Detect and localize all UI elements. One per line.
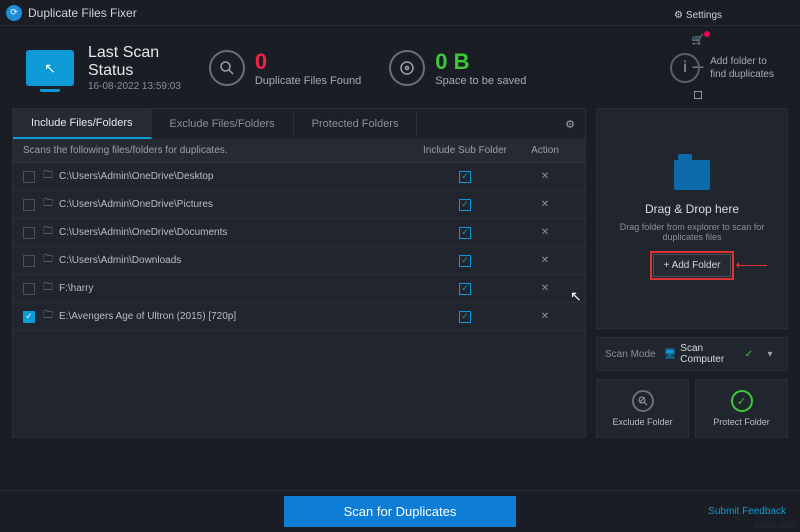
disk-icon bbox=[389, 50, 425, 86]
maximize-button[interactable]: ☐ bbox=[687, 86, 709, 104]
protect-folder-button[interactable]: ✓ Protect Folder bbox=[695, 379, 788, 438]
drop-title: Drag & Drop here bbox=[645, 202, 739, 216]
row-remove[interactable]: ✕ bbox=[515, 255, 575, 266]
space-value: 0 B bbox=[435, 49, 526, 75]
row-checkbox[interactable] bbox=[23, 171, 35, 183]
scan-mode-label: Scan Mode bbox=[605, 349, 656, 360]
folder-icon: 🗀 bbox=[43, 280, 53, 297]
header-desc: Scans the following files/folders for du… bbox=[23, 145, 415, 156]
folder-row: 🗀 C:\Users\Admin\OneDrive\Desktop✓✕ bbox=[13, 163, 585, 191]
scan-mode-bar: Scan Mode 🖥Scan Computer✓ ▾ bbox=[596, 337, 788, 371]
bottom-buttons: Exclude Folder ✓ Protect Folder bbox=[596, 379, 788, 438]
settings-button[interactable]: ⚙Settings bbox=[670, 8, 726, 23]
right-panel: Drag & Drop here Drag folder from explor… bbox=[596, 108, 788, 438]
space-label: Space to be saved bbox=[435, 75, 526, 87]
monitor-icon: ↖ bbox=[26, 50, 74, 86]
add-sub: find duplicates bbox=[710, 69, 774, 80]
row-remove[interactable]: ✕ bbox=[515, 283, 575, 294]
scan-button[interactable]: Scan for Duplicates bbox=[284, 496, 517, 527]
row-subfolder[interactable]: ✓ bbox=[415, 311, 515, 323]
row-checkbox[interactable] bbox=[23, 255, 35, 267]
tab-include[interactable]: Include Files/Folders bbox=[13, 109, 152, 139]
app-title: Duplicate Files Fixer bbox=[28, 6, 602, 20]
row-checkbox[interactable] bbox=[23, 283, 35, 295]
row-path: C:\Users\Admin\OneDrive\Documents bbox=[59, 227, 415, 238]
notifications-icon[interactable]: 🛒 bbox=[688, 33, 708, 48]
protect-icon: ✓ bbox=[731, 390, 753, 412]
header-action: Action bbox=[515, 145, 575, 156]
scan-mode-value[interactable]: 🖥Scan Computer✓ bbox=[664, 343, 753, 365]
folder-icon: 🗀 bbox=[43, 252, 53, 269]
duplicate-count: 0 bbox=[255, 49, 361, 75]
duplicate-label: Duplicate Files Found bbox=[255, 75, 361, 87]
row-subfolder[interactable]: ✓ bbox=[415, 227, 515, 239]
search-icon bbox=[209, 50, 245, 86]
row-checkbox[interactable] bbox=[23, 227, 35, 239]
folder-row: 🗀 F:\harry✓✕ bbox=[13, 275, 585, 303]
space-saved-block: 0 B Space to be saved bbox=[389, 49, 526, 87]
add-title: Add folder to bbox=[710, 56, 767, 67]
tab-settings-icon[interactable]: ⚙ bbox=[555, 112, 585, 137]
add-folder-button[interactable]: + Add Folder bbox=[653, 254, 732, 277]
main-area: Include Files/Folders Exclude Files/Fold… bbox=[0, 108, 800, 438]
folder-row: 🗀 C:\Users\Admin\Downloads✓✕ bbox=[13, 247, 585, 275]
tab-protected[interactable]: Protected Folders bbox=[294, 110, 418, 138]
annotation-arrow bbox=[737, 265, 767, 266]
exclude-icon bbox=[632, 390, 654, 412]
drop-zone[interactable]: Drag & Drop here Drag folder from explor… bbox=[596, 108, 788, 329]
row-path: F:\harry bbox=[59, 283, 415, 294]
folder-drop-icon bbox=[674, 160, 710, 190]
row-path: C:\Users\Admin\OneDrive\Pictures bbox=[59, 199, 415, 210]
drop-desc: Drag folder from explorer to scan for du… bbox=[611, 222, 773, 242]
row-subfolder[interactable]: ✓ bbox=[415, 171, 515, 183]
row-remove[interactable]: ✕ bbox=[515, 171, 575, 182]
row-subfolder[interactable]: ✓ bbox=[415, 283, 515, 295]
folder-row: 🗀 C:\Users\Admin\OneDrive\Pictures✓✕ bbox=[13, 191, 585, 219]
row-path: C:\Users\Admin\Downloads bbox=[59, 255, 415, 266]
last-scan-status: ↖ Last Scan Status 16-08-2022 13:59:03 bbox=[26, 44, 181, 92]
exclude-folder-button[interactable]: Exclude Folder bbox=[596, 379, 689, 438]
info-icon: i bbox=[670, 53, 700, 83]
footer: Scan for Duplicates Submit Feedback bbox=[0, 490, 800, 532]
row-path: C:\Users\Admin\OneDrive\Desktop bbox=[59, 171, 415, 182]
row-path: E:\Avengers Age of Ultron (2015) [720p] bbox=[59, 311, 415, 322]
protect-label: Protect Folder bbox=[713, 417, 770, 427]
folder-list-panel: Include Files/Folders Exclude Files/Fold… bbox=[12, 108, 586, 438]
scan-mode-dropdown[interactable]: ▾ bbox=[761, 349, 779, 360]
row-remove[interactable]: ✕ bbox=[515, 199, 575, 210]
folder-icon: 🗀 bbox=[43, 308, 53, 325]
folder-icon: 🗀 bbox=[43, 196, 53, 213]
row-checkbox[interactable]: ✓ bbox=[23, 311, 35, 323]
row-remove[interactable]: ✕ bbox=[515, 311, 575, 322]
add-folder-hint[interactable]: i Add folder to find duplicates bbox=[670, 53, 774, 83]
header-subfolder: Include Sub Folder bbox=[415, 145, 515, 156]
tabs: Include Files/Folders Exclude Files/Fold… bbox=[13, 109, 585, 139]
settings-label: Settings bbox=[686, 10, 722, 21]
row-subfolder[interactable]: ✓ bbox=[415, 255, 515, 267]
row-remove[interactable]: ✕ bbox=[515, 227, 575, 238]
exclude-label: Exclude Folder bbox=[612, 417, 672, 427]
list-header: Scans the following files/folders for du… bbox=[13, 139, 585, 163]
titlebar: ⟳ Duplicate Files Fixer ▾ | ▦Action Cent… bbox=[0, 0, 800, 26]
watermark: wsxdn.com bbox=[754, 521, 794, 530]
folder-icon: 🗀 bbox=[43, 224, 53, 241]
feedback-link[interactable]: Submit Feedback bbox=[708, 506, 786, 517]
app-logo-icon: ⟳ bbox=[6, 5, 22, 21]
duplicate-count-block: 0 Duplicate Files Found bbox=[209, 49, 361, 87]
folder-icon: 🗀 bbox=[43, 168, 53, 185]
scan-title-2: Status bbox=[88, 62, 181, 80]
folder-rows: 🗀C:\Users\Admin\OneDrive\Desktop✓✕🗀C:\Us… bbox=[13, 163, 585, 437]
row-subfolder[interactable]: ✓ bbox=[415, 199, 515, 211]
scan-date: 16-08-2022 13:59:03 bbox=[88, 81, 181, 92]
row-checkbox[interactable] bbox=[23, 199, 35, 211]
scan-title-1: Last Scan bbox=[88, 44, 181, 62]
folder-row: ✓ 🗀 E:\Avengers Age of Ultron (2015) [720p… bbox=[13, 303, 585, 331]
tab-exclude[interactable]: Exclude Files/Folders bbox=[152, 110, 294, 138]
folder-row: 🗀 C:\Users\Admin\OneDrive\Documents✓✕ bbox=[13, 219, 585, 247]
